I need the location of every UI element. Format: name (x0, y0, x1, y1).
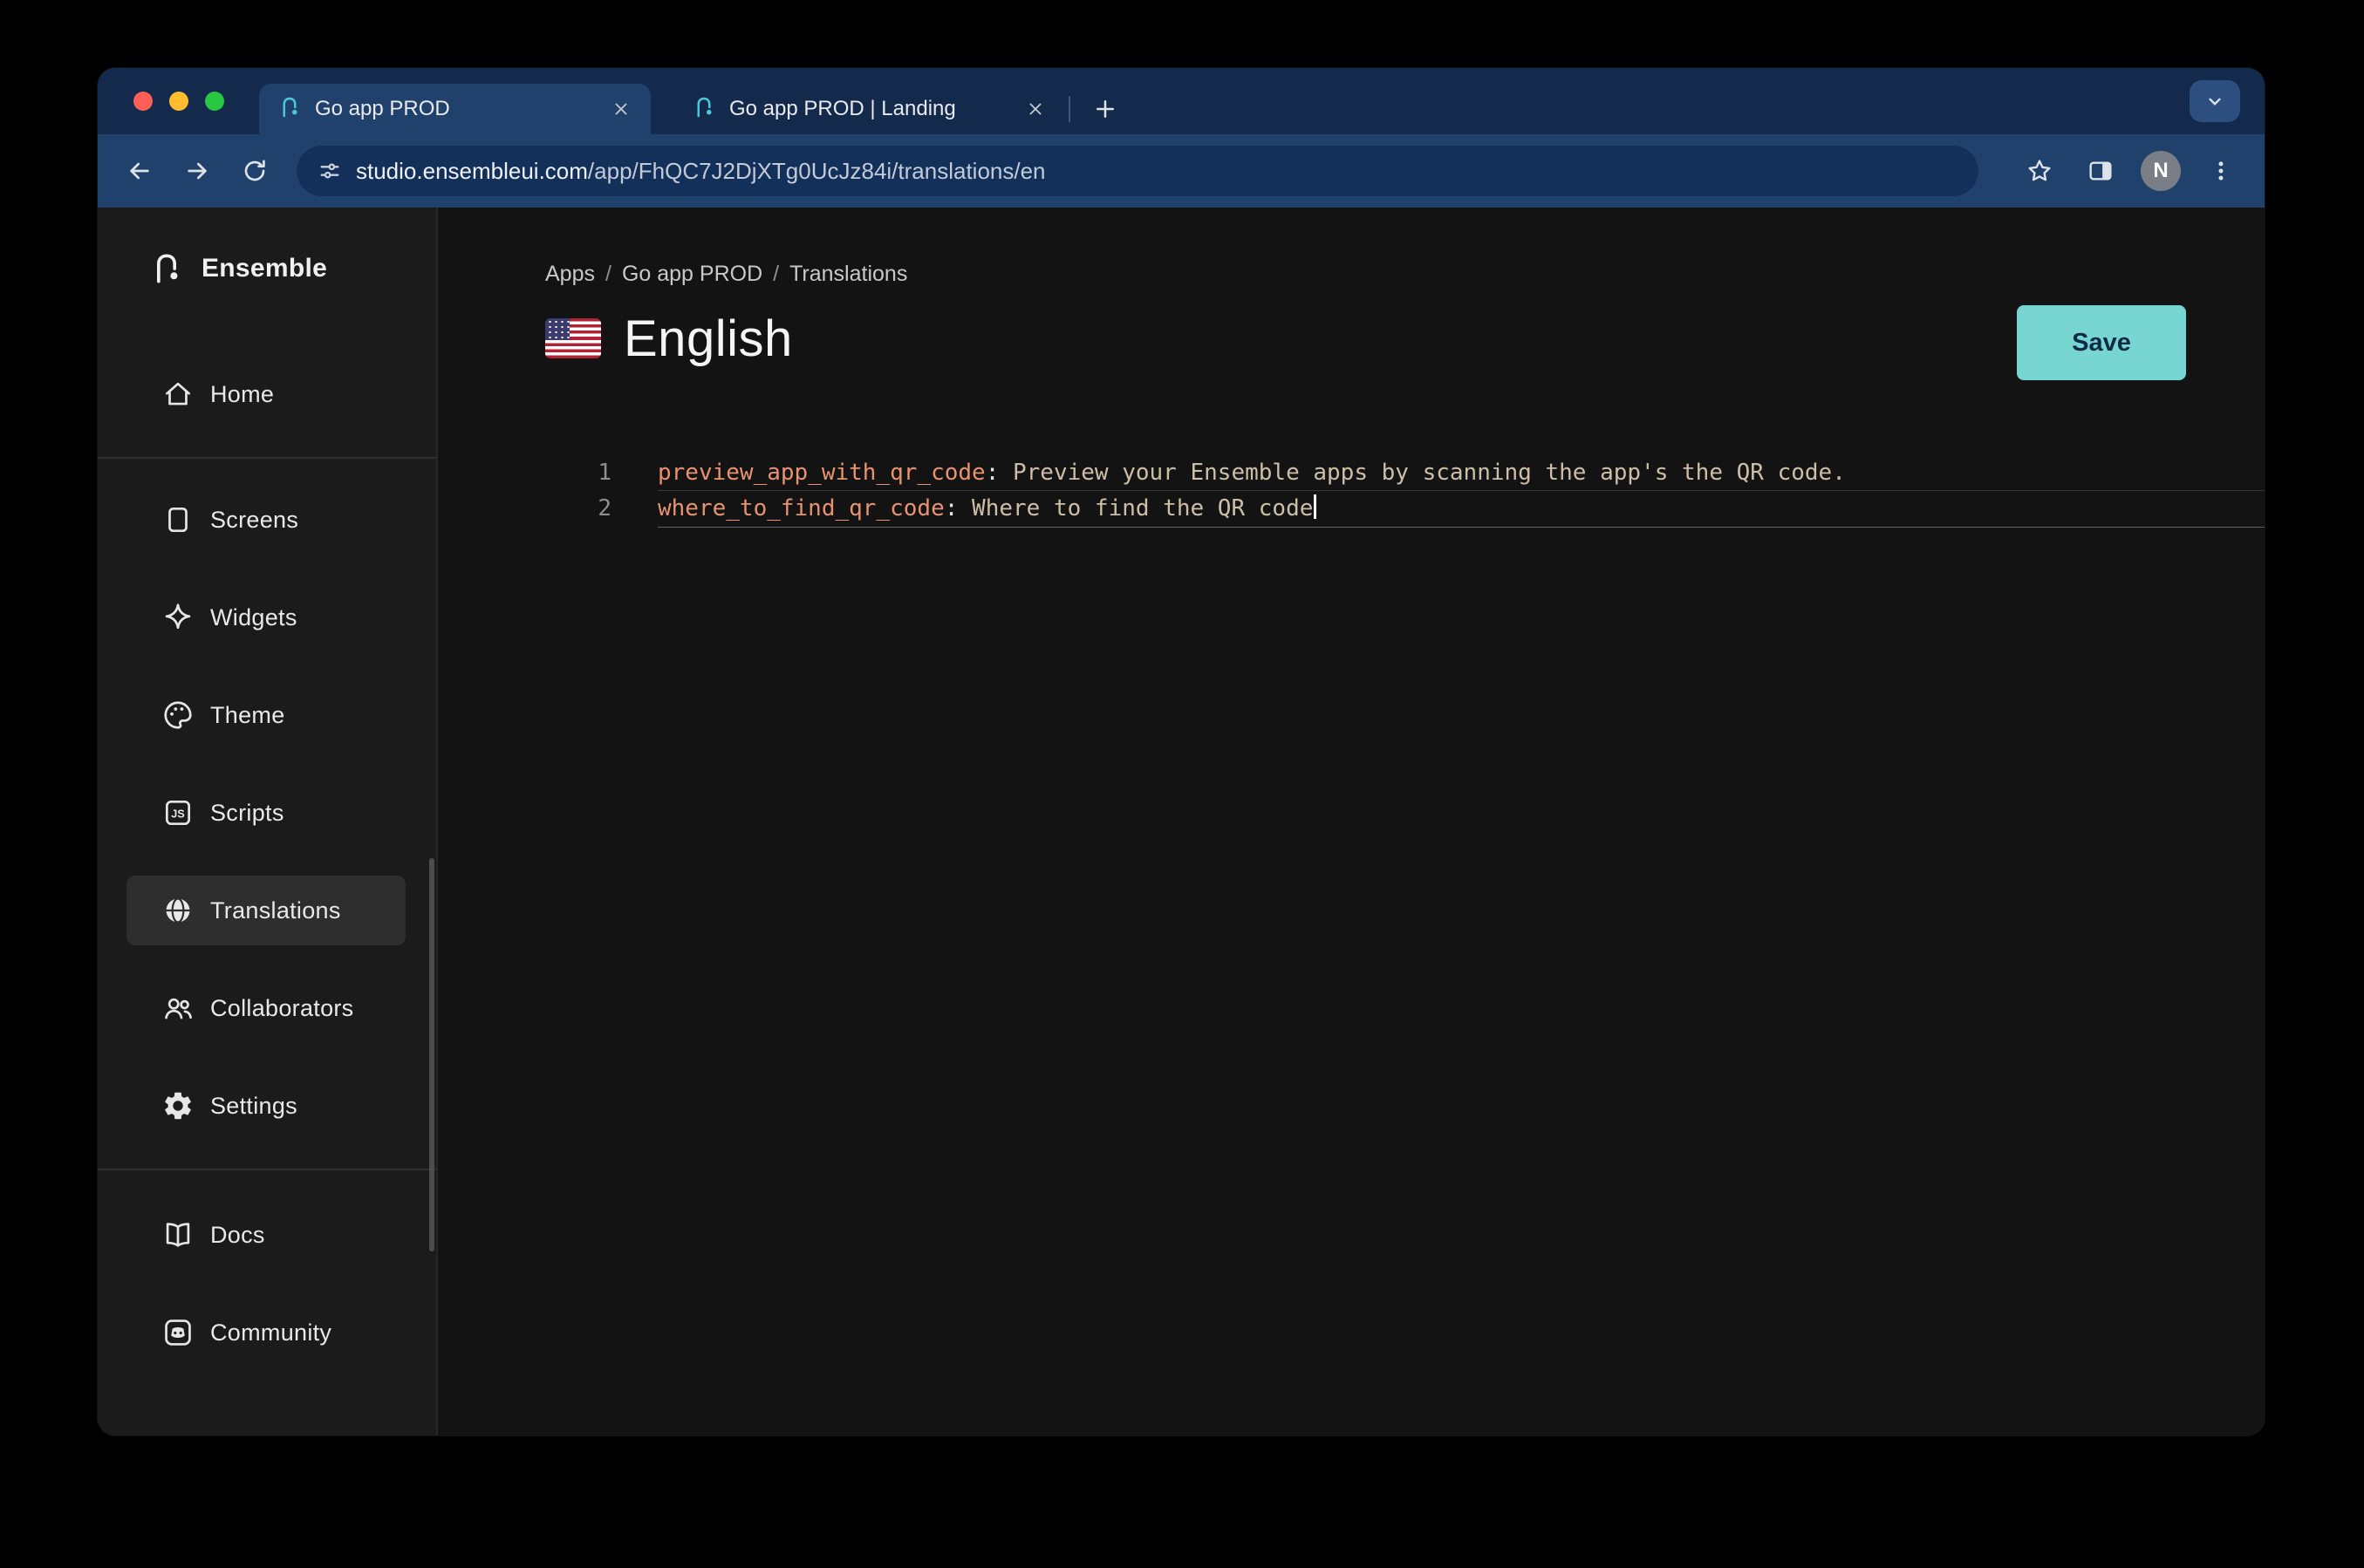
ensemble-brand[interactable]: Ensemble (126, 234, 406, 303)
browser-window: Go app PROD Go app PROD | Landing (98, 68, 2265, 1435)
site-settings-icon[interactable] (318, 159, 342, 183)
settings-icon (161, 1089, 195, 1122)
address-bar[interactable]: studio.ensembleui.com/app/FhQC7J2DjXTg0U… (297, 146, 1978, 196)
community-icon (161, 1316, 195, 1349)
home-icon (161, 378, 195, 411)
sidebar-item-label: Collaborators (210, 995, 353, 1022)
sidebar-item-label: Scripts (210, 800, 284, 827)
desktop-background: Go app PROD Go app PROD | Landing (0, 0, 2364, 1568)
tab-separator (1069, 96, 1070, 122)
translations-icon (161, 894, 195, 927)
code-text[interactable]: preview_app_with_qr_code: Preview your E… (658, 455, 2265, 491)
sidebar-item-theme[interactable]: Theme (126, 680, 406, 750)
back-arrow-icon (126, 157, 154, 185)
text-cursor (1314, 494, 1316, 519)
tab-go-app-prod[interactable]: Go app PROD (259, 84, 651, 134)
docs-icon (161, 1218, 195, 1251)
breadcrumb-app-name[interactable]: Go app PROD (622, 262, 762, 287)
toolbar-right-icons: N (1999, 150, 2242, 192)
tab-title: Go app PROD (315, 97, 605, 121)
editor-line[interactable]: 1 preview_app_with_qr_code: Preview your… (438, 455, 2265, 491)
tab-go-app-prod-landing[interactable]: Go app PROD | Landing (673, 84, 1065, 134)
chevron-down-icon (2203, 90, 2226, 112)
forward-arrow-icon (183, 157, 211, 185)
screens-icon (161, 503, 195, 536)
url-domain: studio.ensembleui.com (356, 158, 588, 184)
bookmark-button[interactable] (2019, 150, 2060, 192)
main-panel: Apps / Go app PROD / Translations Englis… (438, 208, 2265, 1435)
minimize-window-button[interactable] (169, 92, 188, 111)
tab-title: Go app PROD | Landing (729, 97, 1020, 121)
browser-toolbar: studio.ensembleui.com/app/FhQC7J2DjXTg0U… (98, 134, 2265, 208)
sidebar-divider (98, 1169, 436, 1170)
theme-icon (161, 699, 195, 732)
url-text: studio.ensembleui.com/app/FhQC7J2DjXTg0U… (356, 158, 1046, 185)
sidebar-item-scripts[interactable]: JS Scripts (126, 778, 406, 848)
ensemble-favicon (691, 94, 717, 125)
forward-button[interactable] (176, 150, 218, 192)
sidebar-item-community[interactable]: Community (126, 1298, 406, 1367)
zoom-window-button[interactable] (205, 92, 224, 111)
url-path: /app/FhQC7J2DjXTg0UcJz84i/translations/e… (588, 158, 1046, 184)
reload-icon (241, 157, 269, 185)
tab-close-icon[interactable] (605, 93, 637, 125)
widgets-icon (161, 601, 195, 634)
breadcrumb-current: Translations (789, 262, 907, 287)
ensemble-favicon (277, 94, 303, 125)
us-flag-icon (545, 318, 601, 358)
tab-search-button[interactable] (2190, 80, 2240, 122)
line-number: 1 (438, 455, 611, 491)
side-panel-icon (2087, 157, 2115, 185)
sidebar-item-collaborators[interactable]: Collaborators (126, 973, 406, 1043)
collaborators-icon (161, 992, 195, 1025)
traffic-lights (133, 92, 224, 111)
brand-label: Ensemble (202, 254, 327, 283)
breadcrumb-apps[interactable]: Apps (545, 262, 595, 287)
close-window-button[interactable] (133, 92, 153, 111)
tab-close-icon[interactable] (1020, 93, 1051, 125)
side-panel-button[interactable] (2080, 150, 2121, 192)
breadcrumb: Apps / Go app PROD / Translations (545, 262, 2265, 287)
new-tab-button[interactable] (1083, 86, 1128, 132)
page-title: English (624, 310, 793, 368)
sidebar-item-label: Translations (210, 897, 341, 924)
sidebar-scrollbar[interactable] (429, 858, 434, 1251)
save-button[interactable]: Save (2017, 305, 2186, 380)
sidebar-item-label: Settings (210, 1093, 297, 1120)
sidebar-item-home[interactable]: Home (126, 359, 406, 429)
sidebar-item-translations[interactable]: Translations (126, 876, 406, 945)
sidebar-item-settings[interactable]: Settings (126, 1071, 406, 1141)
kebab-menu-icon (2208, 158, 2234, 184)
sidebar-divider (98, 457, 436, 459)
code-text[interactable]: where_to_find_qr_code: Where to find the… (658, 491, 2265, 527)
ensemble-logo-icon (147, 249, 186, 288)
breadcrumb-separator: / (773, 262, 779, 287)
sidebar-item-screens[interactable]: Screens (126, 485, 406, 555)
app-content: Ensemble Home Screens Widgets (98, 208, 2265, 1435)
editor-line-active[interactable]: 2 where_to_find_qr_code: Where to find t… (438, 491, 2265, 527)
sidebar-item-widgets[interactable]: Widgets (126, 583, 406, 652)
back-button[interactable] (119, 150, 161, 192)
sidebar-item-label: Docs (210, 1222, 265, 1249)
star-icon (2026, 157, 2053, 185)
tab-strip: Go app PROD Go app PROD | Landing (98, 68, 2265, 134)
translations-editor[interactable]: 1 preview_app_with_qr_code: Preview your… (438, 455, 2265, 527)
sidebar: Ensemble Home Screens Widgets (98, 208, 438, 1435)
sidebar-item-label: Widgets (210, 604, 297, 631)
sidebar-item-label: Community (210, 1319, 331, 1346)
sidebar-item-label: Theme (210, 702, 285, 729)
profile-avatar[interactable]: N (2141, 151, 2181, 191)
reload-button[interactable] (234, 150, 276, 192)
browser-menu-button[interactable] (2200, 150, 2242, 192)
sidebar-item-label: Screens (210, 507, 298, 534)
line-number: 2 (438, 491, 611, 527)
sidebar-item-docs[interactable]: Docs (126, 1200, 406, 1270)
tabs: Go app PROD Go app PROD | Landing (259, 84, 1128, 134)
breadcrumb-separator: / (605, 262, 611, 287)
scripts-icon: JS (161, 796, 195, 829)
page-title-row: English (545, 301, 2265, 376)
sidebar-item-label: Home (210, 381, 274, 408)
svg-text:JS: JS (171, 808, 184, 821)
